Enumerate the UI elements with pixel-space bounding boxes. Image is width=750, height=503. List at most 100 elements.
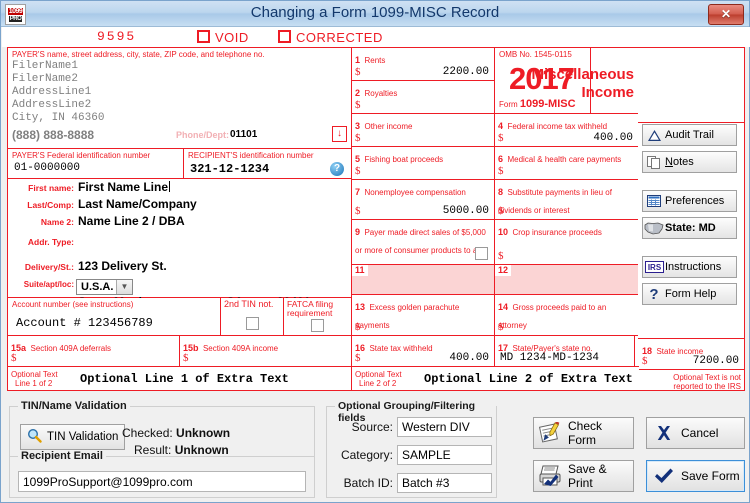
state-label: State: MD <box>665 222 716 234</box>
second-tin-checkbox[interactable] <box>246 317 259 330</box>
help-icon[interactable]: ? <box>330 162 344 176</box>
check-form-label: Check Form <box>568 419 603 447</box>
box-6[interactable]: 6 Medical & health care payments $ <box>495 147 639 180</box>
box-1-number: 1 <box>355 55 361 65</box>
box-5[interactable]: 5 Fishing boat proceeds $ <box>352 147 495 180</box>
payer-tin-cell[interactable]: PAYER'S Federal identification number 01… <box>8 149 184 179</box>
tin-validation-group-label: TIN/Name Validation <box>18 400 130 412</box>
source-input[interactable]: Western DIV <box>397 417 492 437</box>
box-15a[interactable]: 15a Section 409A deferrals $ <box>8 336 180 367</box>
box-3[interactable]: 3 Other income $ <box>352 114 495 147</box>
box-16-value: 400.00 <box>449 352 489 364</box>
box-6-number: 6 <box>498 154 504 164</box>
side-button-panel: Audit Trail Notes Preferences State: MD … <box>642 124 745 339</box>
box-16[interactable]: 16 State tax withheld $ 400.00 <box>352 336 495 367</box>
box-15b-dollar: $ <box>183 352 189 364</box>
account-number-cell[interactable]: Account number (see instructions) Accoun… <box>8 298 221 336</box>
first-name-value[interactable]: First Name Line <box>78 180 171 194</box>
box-9-checkbox[interactable] <box>475 247 488 260</box>
box-5-number: 5 <box>355 154 361 164</box>
optional-text-notice: Optional Text is not reported to the IRS <box>639 370 745 391</box>
box-2[interactable]: 2 Royalties $ <box>352 81 495 114</box>
cancel-button[interactable]: Cancel <box>646 417 745 449</box>
box-4-number: 4 <box>498 121 504 131</box>
second-tin-cell[interactable]: 2nd TIN not. <box>221 298 284 336</box>
preferences-button[interactable]: Preferences <box>642 190 737 212</box>
last-comp-value[interactable]: Last Name/Company <box>78 197 197 211</box>
magnifier-icon <box>21 428 47 446</box>
payer-block[interactable]: PAYER'S name, street address, city, stat… <box>8 48 352 149</box>
tin-result-row: Result: Unknown <box>134 443 229 457</box>
addr-type-label: Addr. Type: <box>27 237 74 247</box>
phone-dept-value[interactable]: 01101 <box>230 129 257 140</box>
void-checkbox[interactable] <box>197 30 210 43</box>
box-1[interactable]: 1 Rents $ 2200.00 <box>352 48 495 81</box>
source-label: Source: <box>351 420 393 434</box>
phone-dept-label: Phone/Dept: <box>176 130 229 140</box>
payer-tin-value: 01-0000000 <box>14 162 81 174</box>
box-17[interactable]: 17 State/Payer's state no. MD 1234-MD-12… <box>495 336 635 367</box>
question-icon: ? <box>649 285 659 303</box>
box-13[interactable]: 13 Excess golden parachute payments $ <box>352 295 495 336</box>
box-10-dollar: $ <box>498 250 504 262</box>
form-help-button[interactable]: ? Form Help <box>642 283 737 305</box>
tin-validation-button[interactable]: TIN Validation <box>20 424 125 450</box>
name2-value[interactable]: Name Line 2 / DBA <box>78 214 185 228</box>
delivery-value[interactable]: 123 Delivery St. <box>78 259 167 273</box>
void-label: VOID <box>215 30 249 45</box>
box-18-dollar: $ <box>642 355 648 367</box>
close-icon[interactable]: ✕ <box>708 4 744 25</box>
box-14[interactable]: 14 Gross proceeds paid to an attorney $ <box>495 295 639 336</box>
form-help-label: Form Help <box>665 288 717 300</box>
box-14-title: Gross proceeds paid to an attorney <box>498 303 607 330</box>
optional-line2-value: Optional Line 2 of Extra Text <box>424 372 633 386</box>
box-8-number: 8 <box>498 187 504 197</box>
form-window: 1099 PRO Changing a Form 1099-MISC Recor… <box>0 0 750 503</box>
box-3-number: 3 <box>355 121 361 131</box>
addr-type-select[interactable]: U.S.A. ▼ <box>76 279 133 295</box>
save-print-label: Save & Print <box>568 462 607 490</box>
audit-trail-button[interactable]: Audit Trail <box>642 124 737 146</box>
save-form-button[interactable]: Save Form <box>646 460 745 492</box>
box-8-title: Substitute payments in lieu of dividends… <box>498 188 612 215</box>
box-8[interactable]: 8 Substitute payments in lieu of dividen… <box>495 180 639 220</box>
fatca-checkbox[interactable] <box>311 319 324 332</box>
recipient-tin-cell[interactable]: RECIPIENT'S identification number 321-12… <box>184 149 352 179</box>
optional-text-line2[interactable]: Optional Text Line 2 of 2 Optional Line 2… <box>352 367 639 390</box>
box-9[interactable]: 9 Payer made direct sales of $5,000 or m… <box>352 220 495 274</box>
svg-text:IRS: IRS <box>647 263 661 272</box>
category-input[interactable]: SAMPLE <box>397 445 492 465</box>
box-18[interactable]: 18 State income $ 7200.00 <box>639 338 745 370</box>
state-button[interactable]: State: MD <box>642 217 737 239</box>
save-print-button[interactable]: Save & Print <box>533 460 634 492</box>
box-2-dollar: $ <box>355 99 361 111</box>
check-form-button[interactable]: Check Form <box>533 417 634 449</box>
box-13-dollar: $ <box>355 321 361 333</box>
optional-text-line1[interactable]: Optional Text Line 1 of 2 Optional Line 1… <box>8 367 352 390</box>
fatca-cell[interactable]: FATCA filing requirement <box>284 298 352 336</box>
recipient-email-group: Recipient Email 1099ProSupport@1099pro.c… <box>9 450 315 498</box>
recipient-email-input[interactable]: 1099ProSupport@1099pro.com <box>18 471 306 492</box>
account-number-value: Account # 123456789 <box>16 316 153 330</box>
notes-button[interactable]: Notes <box>642 151 737 173</box>
corrected-checkbox[interactable] <box>278 30 291 43</box>
box-7[interactable]: 7 Nonemployee compensation $ 5000.00 <box>352 180 495 220</box>
box-10[interactable]: 10 Crop insurance proceeds $ <box>495 220 639 265</box>
box-15a-title: Section 409A deferrals <box>30 344 111 353</box>
expand-down-icon[interactable]: ↓ <box>332 126 347 142</box>
payer-header: PAYER'S name, street address, city, stat… <box>12 50 265 59</box>
instructions-button[interactable]: IRS Instructions <box>642 256 737 278</box>
box-4[interactable]: 4 Federal income tax withheld $ 400.00 <box>495 114 639 147</box>
batch-input[interactable]: Batch #3 <box>397 473 492 493</box>
box-6-title: Medical & health care payments <box>507 155 622 164</box>
irs-icon: IRS <box>643 261 665 273</box>
instructions-label: Instructions <box>665 261 722 273</box>
box-6-dollar: $ <box>498 165 504 177</box>
check-form-icon <box>534 422 568 444</box>
box-7-number: 7 <box>355 187 361 197</box>
box-15b[interactable]: 15b Section 409A income $ <box>180 336 352 367</box>
corrected-label: CORRECTED <box>296 30 383 45</box>
first-name-label: First name: <box>28 183 74 193</box>
preferences-label: Preferences <box>665 195 725 207</box>
chevron-down-icon[interactable]: ▼ <box>116 280 132 294</box>
